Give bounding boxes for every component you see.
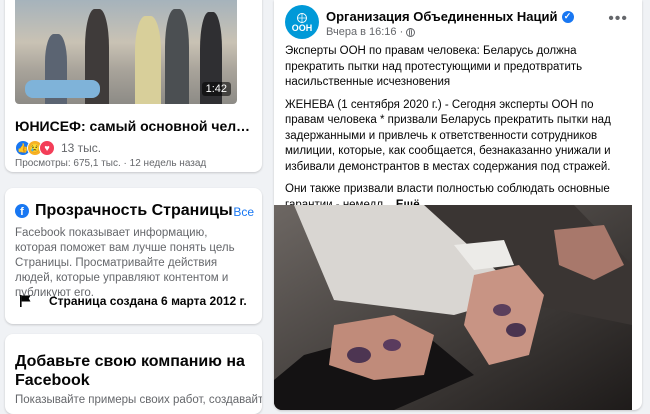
business-title: Добавьте свою компанию на Facebook [15,353,245,389]
page-name[interactable]: Организация Объединенных Наций [326,9,558,24]
video-card: 1:42 ЮНИСЕФ: самый основной человечес...… [5,0,262,172]
reactions-summary[interactable]: 👍 😢 ♥ 13 тыс. [15,140,101,156]
video-title[interactable]: ЮНИСЕФ: самый основной человечес... [15,118,255,134]
business-description: Показывайте примеры своих работ, создава… [15,394,262,406]
avatar-text: ООН [291,22,313,33]
verified-badge-icon: ✓ [561,10,574,23]
page-created-date: Страница создана 6 марта 2012 г. [49,294,247,308]
see-all-link[interactable]: Все [233,205,254,219]
video-duration: 1:42 [201,82,231,96]
page-avatar[interactable]: ООН [285,5,319,39]
post-card: ООН Организация Объединенных Наций ✓ Вче… [274,0,642,410]
transparency-title: Прозрачность Страницы [35,202,233,219]
video-thumbnail[interactable]: 1:42 [15,0,237,104]
post-body: ЖЕНЕВА (1 сентября 2020 г.) - Сегодня эк… [285,98,611,173]
add-business-card: Добавьте свою компанию на Facebook Показ… [5,334,262,414]
globe-icon [406,27,416,37]
post-image[interactable] [274,205,632,410]
post-time[interactable]: Вчера в 16:16 · [326,26,403,38]
post-photo [274,205,632,410]
transparency-description: Facebook показывает информацию, которая … [15,227,235,299]
post-text: Эксперты ООН по правам человека: Беларус… [285,44,635,220]
love-reaction-icon: ♥ [39,140,55,156]
video-views: Просмотры: 675,1 тыс. · 12 недель назад [15,158,207,169]
un-emblem-icon [297,12,307,23]
post-meta: Вчера в 16:16 · [326,26,416,38]
page-transparency-card: f Прозрачность Страницы Все Facebook пок… [5,188,262,324]
reaction-count: 13 тыс. [61,141,102,155]
more-options-icon[interactable]: ••• [608,10,628,28]
post-headline: Эксперты ООН по правам человека: Беларус… [285,45,583,88]
page-created-row: Страница создана 6 марта 2012 г. [19,294,247,308]
page-name-row: Организация Объединенных Наций ✓ [326,9,574,24]
flag-icon [19,294,33,308]
facebook-icon: f [15,204,29,218]
